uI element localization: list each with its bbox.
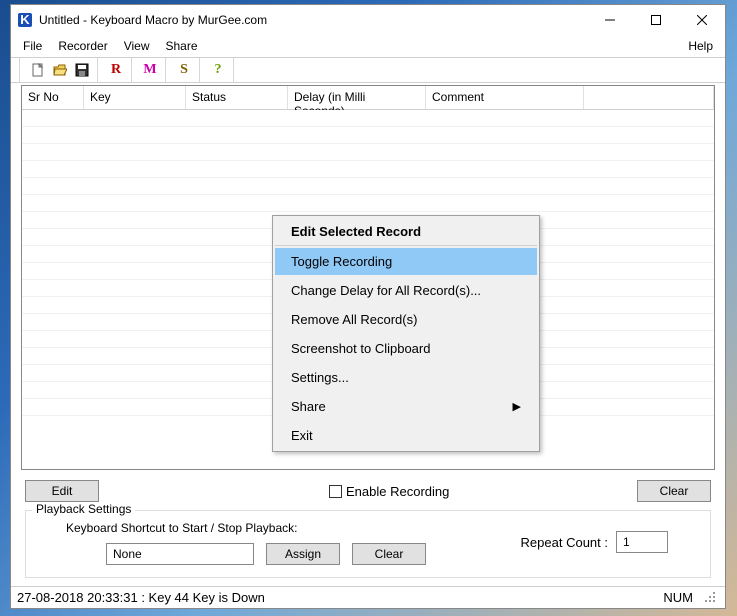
column-status[interactable]: Status [186, 86, 288, 109]
minimize-button[interactable] [587, 5, 633, 35]
r-icon: R [111, 62, 121, 78]
grid-header: Sr No Key Status Delay (in Milli Seconds… [22, 86, 714, 110]
app-icon: K [17, 12, 33, 28]
ctx-toggle-recording[interactable]: Toggle Recording [275, 248, 537, 275]
stop-s-button[interactable]: S [174, 60, 194, 80]
ctx-item-label: Remove All Record(s) [291, 312, 417, 327]
macro-m-button[interactable]: M [140, 60, 160, 80]
status-text: 27-08-2018 20:33:31 : Key 44 Key is Down [17, 590, 265, 605]
column-srno[interactable]: Sr No [22, 86, 84, 109]
menu-help[interactable]: Help [680, 37, 721, 55]
clear-button[interactable]: Clear [637, 480, 711, 502]
playback-settings-group: Playback Settings Keyboard Shortcut to S… [25, 510, 711, 578]
ctx-item-label: Settings... [291, 370, 349, 385]
maximize-button[interactable] [633, 5, 679, 35]
titlebar: K Untitled - Keyboard Macro by MurGee.co… [11, 5, 725, 35]
toolbar-grip [19, 58, 23, 82]
context-menu-header: Edit Selected Record [275, 218, 537, 246]
window-controls [587, 5, 725, 35]
table-row [22, 161, 714, 178]
ctx-item-label: Share [291, 399, 326, 414]
enable-recording-checkbox[interactable]: Enable Recording [329, 484, 449, 499]
ctx-screenshot[interactable]: Screenshot to Clipboard [275, 335, 537, 362]
save-button[interactable] [72, 60, 92, 80]
ctx-item-label: Change Delay for All Record(s)... [291, 283, 481, 298]
ctx-change-delay[interactable]: Change Delay for All Record(s)... [275, 277, 537, 304]
edit-button[interactable]: Edit [25, 480, 99, 502]
menu-recorder[interactable]: Recorder [50, 37, 115, 55]
repeat-label: Repeat Count : [521, 535, 608, 550]
shortcut-input[interactable] [106, 543, 254, 565]
toolbar: R M S ? [11, 57, 725, 83]
ctx-settings[interactable]: Settings... [275, 364, 537, 391]
record-r-button[interactable]: R [106, 60, 126, 80]
shortcut-row: Assign Clear [106, 543, 426, 565]
toolbar-separator [233, 58, 237, 82]
column-comment[interactable]: Comment [426, 86, 584, 109]
clear-shortcut-button[interactable]: Clear [352, 543, 426, 565]
s-icon: S [180, 62, 188, 78]
new-button[interactable] [28, 60, 48, 80]
m-icon: M [143, 62, 156, 78]
column-delay[interactable]: Delay (in Milli Seconds) [288, 86, 426, 109]
playback-left: Keyboard Shortcut to Start / Stop Playba… [38, 519, 426, 565]
status-num: NUM [663, 590, 703, 605]
svg-text:K: K [20, 12, 30, 27]
repeat-row: Repeat Count : [521, 531, 668, 553]
resize-grip-icon[interactable] [703, 590, 719, 606]
context-menu: Edit Selected Record Toggle Recording Ch… [272, 215, 540, 452]
playback-legend: Playback Settings [32, 502, 135, 516]
ctx-item-label: Exit [291, 428, 313, 443]
table-row [22, 110, 714, 127]
repeat-count-input[interactable] [616, 531, 668, 553]
open-button[interactable] [50, 60, 70, 80]
help-q-button[interactable]: ? [208, 60, 228, 80]
menu-file[interactable]: File [15, 37, 50, 55]
playback-content: Keyboard Shortcut to Start / Stop Playba… [38, 519, 698, 565]
submenu-arrow-icon: ▶ [513, 400, 521, 413]
ctx-item-label: Screenshot to Clipboard [291, 341, 430, 356]
ctx-remove-all[interactable]: Remove All Record(s) [275, 306, 537, 333]
toolbar-separator [165, 58, 169, 82]
menu-share[interactable]: Share [158, 37, 206, 55]
assign-button[interactable]: Assign [266, 543, 340, 565]
statusbar: 27-08-2018 20:33:31 : Key 44 Key is Down… [11, 586, 725, 608]
menu-view[interactable]: View [116, 37, 158, 55]
ctx-share[interactable]: Share ▶ [275, 393, 537, 420]
toolbar-separator [97, 58, 101, 82]
table-row [22, 144, 714, 161]
ctx-exit[interactable]: Exit [275, 422, 537, 449]
toolbar-separator [199, 58, 203, 82]
column-blank [584, 86, 714, 109]
table-row [22, 195, 714, 212]
menubar: File Recorder View Share Help [11, 35, 725, 57]
question-icon: ? [215, 62, 222, 78]
column-key[interactable]: Key [84, 86, 186, 109]
close-button[interactable] [679, 5, 725, 35]
window-title: Untitled - Keyboard Macro by MurGee.com [39, 13, 587, 27]
checkbox-icon [329, 485, 342, 498]
ctx-item-label: Toggle Recording [291, 254, 392, 269]
enable-recording-label: Enable Recording [346, 484, 449, 499]
table-row [22, 127, 714, 144]
shortcut-label: Keyboard Shortcut to Start / Stop Playba… [66, 521, 426, 535]
toolbar-separator [131, 58, 135, 82]
table-row [22, 178, 714, 195]
